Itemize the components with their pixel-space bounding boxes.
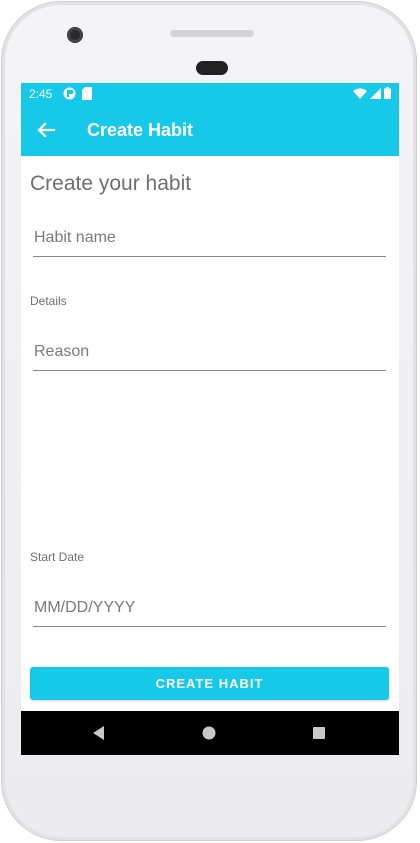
create-habit-form: Create your habit Details Start Date CRE… [21, 156, 399, 711]
notification-app-icon [63, 87, 76, 100]
app-bar: Create Habit [21, 105, 399, 156]
sd-card-icon [82, 87, 92, 100]
earpiece [196, 61, 228, 75]
reason-input[interactable] [33, 343, 388, 361]
back-triangle-icon[interactable] [89, 723, 109, 743]
app-screen: 2:45 Create Habit Create your habit Habi… [21, 83, 399, 755]
start-date-label: Start Date [30, 550, 85, 564]
habit-name-input[interactable] [33, 229, 388, 247]
status-time: 2:45 [29, 87, 53, 101]
reason-field [33, 337, 388, 371]
start-date-field [33, 593, 388, 627]
status-bar: 2:45 [21, 83, 399, 105]
start-date-input[interactable] [33, 599, 388, 617]
arrow-back-icon[interactable] [33, 117, 59, 143]
create-habit-button[interactable]: CREATE HABIT [30, 667, 389, 700]
battery-icon [384, 87, 391, 99]
speaker-grille [170, 30, 254, 37]
recents-square-icon[interactable] [309, 723, 329, 743]
front-camera [67, 27, 83, 43]
home-circle-icon[interactable] [199, 723, 219, 743]
status-system-icons [353, 87, 391, 99]
page-title: Create Habit [87, 120, 194, 140]
habit-name-field [33, 223, 388, 257]
system-nav-bar [21, 711, 399, 755]
wifi-icon [353, 88, 367, 99]
details-label: Details [30, 294, 67, 308]
status-notification-icons [63, 87, 92, 100]
signal-icon [370, 87, 381, 99]
form-heading: Create your habit [30, 172, 192, 195]
